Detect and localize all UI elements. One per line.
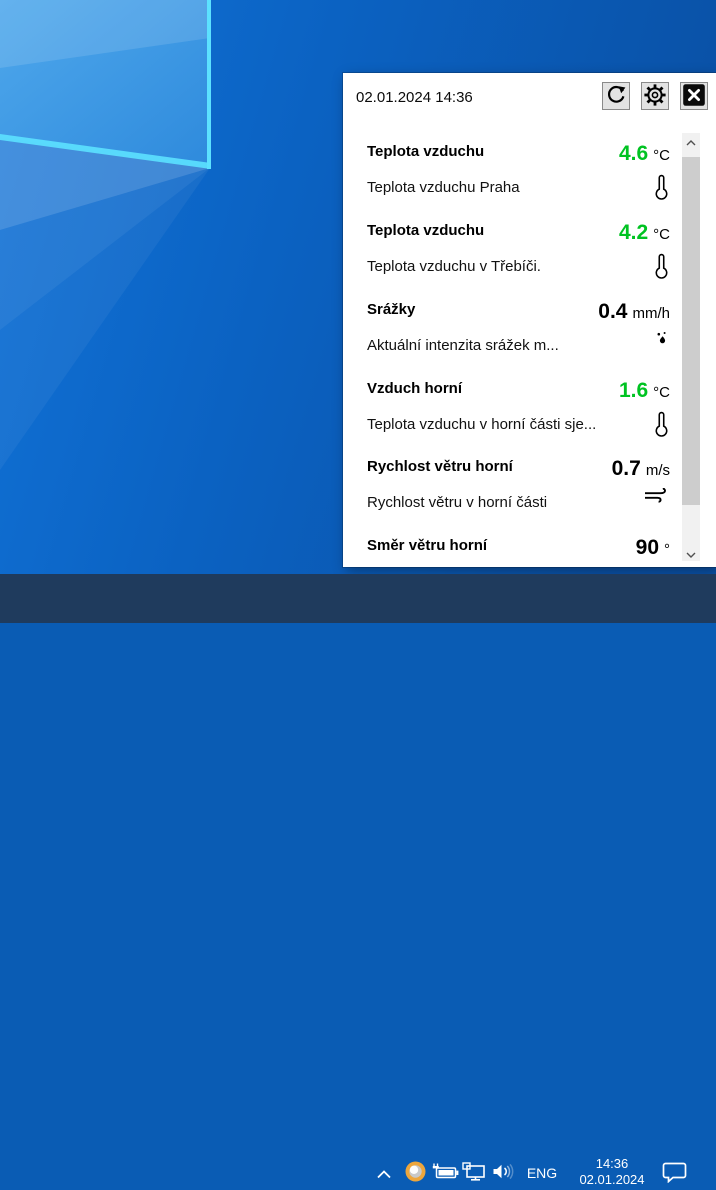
sensor-value-unit: °C [653, 226, 670, 243]
sensor-value-unit: m/s [646, 462, 670, 479]
sensor-value: 1.6 °C [619, 380, 670, 402]
sensor-value-unit: °C [653, 147, 670, 164]
sensor-title: Rychlost větru horní [367, 458, 513, 475]
sensor-row[interactable]: Rychlost větru horní 0.7 m/s Rychlost vě… [367, 458, 670, 537]
sensor-subtitle: Teplota vzduchu v Třebíči. [367, 258, 541, 275]
action-center-button[interactable] [662, 1163, 687, 1184]
chevron-down-icon [686, 546, 696, 561]
sensor-row[interactable]: Teplota vzduchu 4.6 °C Teplota vzduchu P… [367, 143, 670, 222]
volume-tray-button[interactable] [492, 1164, 516, 1181]
raindrops-icon [656, 331, 668, 349]
speaker-icon [492, 1163, 516, 1183]
sensor-value-unit: ° [664, 541, 670, 558]
thermometer-icon [655, 410, 668, 442]
scrollbar-down-button[interactable] [682, 545, 700, 561]
network-ethernet-icon [462, 1162, 486, 1184]
battery-charging-icon [432, 1163, 459, 1183]
sensor-value-unit: °C [653, 384, 670, 401]
wind-icon [644, 488, 668, 508]
sensor-title: Teplota vzduchu [367, 222, 484, 239]
sensor-value-unit: mm/h [633, 305, 671, 322]
sensor-value: 4.6 °C [619, 143, 670, 165]
weather-app-tray-icon [404, 1160, 427, 1186]
network-tray-button[interactable] [462, 1163, 486, 1182]
sensor-value-number: 90 [636, 537, 659, 559]
chevron-up-icon [686, 134, 696, 149]
sensor-value: 4.2 °C [619, 222, 670, 244]
sensor-value: 0.7 m/s [612, 458, 670, 480]
language-label: ENG [527, 1165, 557, 1181]
show-hidden-icons-button[interactable] [374, 1169, 394, 1179]
sensor-value-number: 4.2 [619, 222, 648, 244]
notification-bubble-icon [662, 1162, 687, 1186]
scrollbar[interactable] [682, 133, 700, 561]
sensor-value-number: 4.6 [619, 143, 648, 165]
thermometer-icon [655, 173, 668, 205]
thermometer-icon [655, 252, 668, 284]
sensor-value: 0.4 mm/h [598, 301, 670, 323]
clock-date: 02.01.2024 [579, 1172, 644, 1188]
sensor-subtitle: Aktuální intenzita srážek m... [367, 337, 559, 354]
sensor-row[interactable]: Vzduch horní 1.6 °C Teplota vzduchu v ho… [367, 380, 670, 459]
sensor-value-number: 0.7 [612, 458, 641, 480]
taskbar: ENG 14:36 02.01.2024 [0, 574, 716, 623]
language-indicator[interactable]: ENG [524, 1163, 560, 1183]
weather-widget-panel: 02.01.2024 14:36 [343, 73, 716, 567]
sensor-row[interactable]: Srážky 0.4 mm/h Aktuální intenzita sráže… [367, 301, 670, 380]
sensor-title: Směr větru horní [367, 537, 487, 554]
sensor-row[interactable]: Teplota vzduchu 4.2 °C Teplota vzduchu v… [367, 222, 670, 301]
sensor-subtitle: Rychlost větru v horní části [367, 494, 547, 511]
sensor-value: 90 ° [636, 537, 670, 559]
sensor-title: Vzduch horní [367, 380, 462, 397]
sensor-subtitle: Teplota vzduchu v horní části sje... [367, 416, 596, 433]
chevron-up-icon [376, 1167, 392, 1182]
scrollbar-up-button[interactable] [682, 133, 700, 149]
sensor-value-number: 1.6 [619, 380, 648, 402]
taskbar-clock[interactable]: 14:36 02.01.2024 [576, 1154, 648, 1190]
sensor-title: Teplota vzduchu [367, 143, 484, 160]
sensor-value-number: 0.4 [598, 301, 627, 323]
sensor-list: Teplota vzduchu 4.6 °C Teplota vzduchu P… [343, 73, 716, 567]
sensor-title: Srážky [367, 301, 415, 318]
sensor-subtitle: Teplota vzduchu Praha [367, 179, 520, 196]
scrollbar-thumb[interactable] [682, 157, 700, 505]
tray-app-icon[interactable] [404, 1161, 427, 1184]
clock-time: 14:36 [596, 1156, 629, 1172]
battery-tray-button[interactable] [432, 1164, 459, 1181]
